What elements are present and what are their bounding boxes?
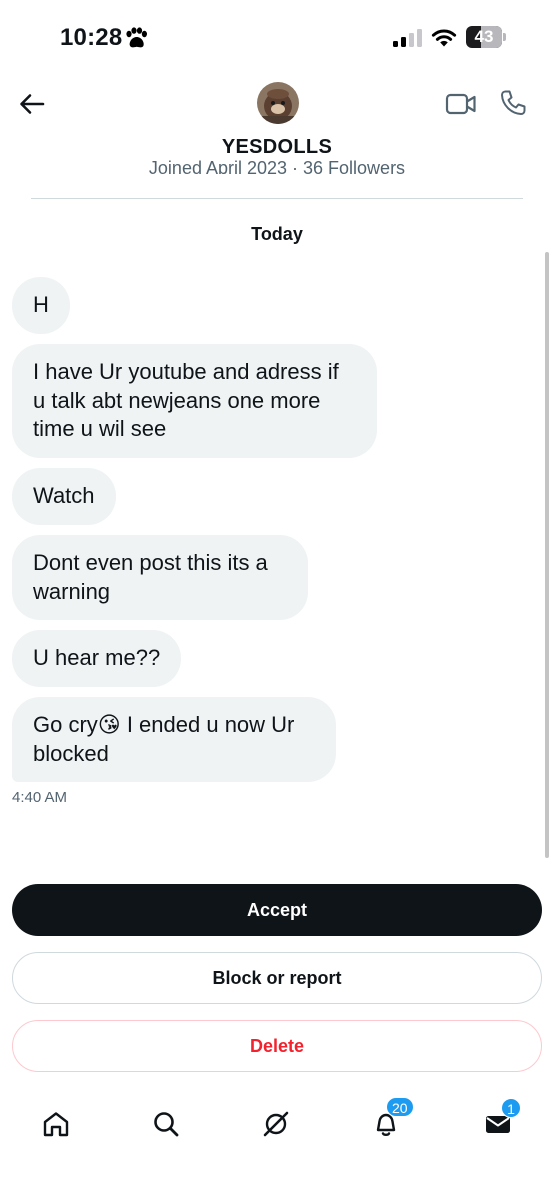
avatar[interactable] <box>257 82 299 124</box>
phone-call-button[interactable] <box>498 88 528 118</box>
profile-subtitle-text: Joined April 2023 · 36 Followers <box>148 158 406 174</box>
tab-messages[interactable]: 1 <box>480 1098 521 1142</box>
messages-count-badge: 1 <box>501 1098 521 1118</box>
avatar-image <box>257 82 299 124</box>
battery-indicator: 43 <box>466 26 506 48</box>
conversation-title: YESDOLLS <box>0 135 554 159</box>
message-bubble[interactable]: Watch <box>12 468 116 525</box>
message-bubble[interactable]: Go cry😘 I ended u now Ur blocked <box>12 697 336 782</box>
video-camera-icon <box>445 93 476 115</box>
status-bar: 10:28 43 <box>0 0 554 70</box>
profile-divider <box>31 198 523 199</box>
notifications-count-badge: 20 <box>386 1097 414 1117</box>
block-or-report-button[interactable]: Block or report <box>12 952 542 1004</box>
paw-icon <box>126 27 147 48</box>
delete-button[interactable]: Delete <box>12 1020 542 1072</box>
search-icon <box>154 1112 179 1137</box>
video-call-button[interactable] <box>444 90 478 118</box>
battery-level: 43 <box>474 27 494 46</box>
message-timestamp: 4:40 AM <box>12 789 68 806</box>
status-time: 10:28 <box>60 24 123 51</box>
tab-home[interactable] <box>38 1106 74 1142</box>
accept-button[interactable]: Accept <box>12 884 542 936</box>
message-bubble[interactable]: Dont even post this its a warning <box>12 535 308 620</box>
grok-icon <box>263 1111 289 1137</box>
message-bubble[interactable]: U hear me?? <box>12 630 182 687</box>
phone-icon <box>501 90 526 115</box>
arrow-left-icon <box>20 94 45 114</box>
wifi-icon <box>431 29 457 47</box>
home-icon <box>43 1112 69 1137</box>
scrollbar[interactable] <box>545 252 549 858</box>
back-button[interactable] <box>16 88 48 120</box>
day-separator: Today <box>251 224 303 244</box>
tab-grok[interactable] <box>258 1106 294 1142</box>
message-bubble[interactable]: I have Ur youtube and adress if u talk a… <box>12 344 377 458</box>
message-bubble[interactable]: H <box>12 277 70 334</box>
tab-search[interactable] <box>148 1106 184 1142</box>
cellular-signal-icon <box>393 29 422 47</box>
tab-notifications[interactable]: 20 <box>368 1097 414 1142</box>
